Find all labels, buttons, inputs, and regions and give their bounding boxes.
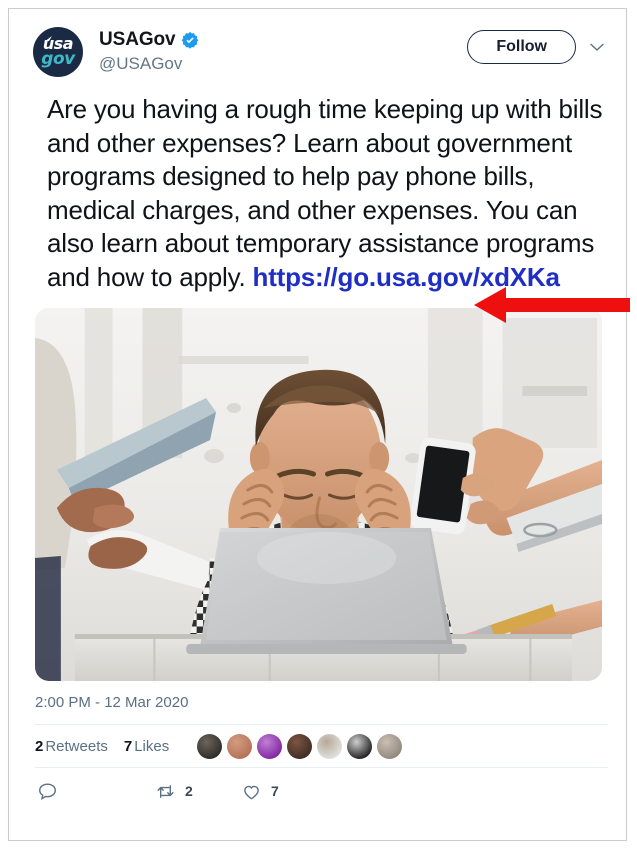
- liker-avatar-4[interactable]: [287, 733, 313, 759]
- retweets-label: Retweets: [45, 737, 108, 755]
- tweet-action-bar: 2 7: [9, 768, 626, 814]
- like-action[interactable]: 7: [241, 781, 279, 802]
- display-name-row: USAGov: [99, 29, 467, 51]
- liker-avatar-5[interactable]: [317, 733, 343, 759]
- retweet-icon: [157, 784, 174, 798]
- header-actions: Follow: [467, 27, 606, 64]
- retweets-count: 2: [35, 737, 44, 755]
- likes-count: 7: [123, 737, 133, 755]
- liker-avatar-1[interactable]: [197, 733, 223, 759]
- liker-avatar-3[interactable]: [257, 733, 283, 759]
- liker-avatar-2[interactable]: [227, 733, 253, 759]
- like-count: 7: [271, 783, 279, 799]
- tweet-text: Are you having a rough time keeping up w…: [9, 85, 626, 294]
- tweet-photo-image: [35, 308, 602, 681]
- avatar-text-gov: gov: [41, 49, 75, 69]
- tweet-photo[interactable]: [35, 308, 602, 681]
- tweet-header: usa gov USAGov @USAGov Follow: [9, 9, 626, 85]
- tweet-stats-row: 2 Retweets 7 Likes: [9, 725, 626, 767]
- retweet-count: 2: [185, 783, 193, 799]
- avatar[interactable]: usa gov: [33, 27, 83, 77]
- heart-icon: [244, 785, 259, 799]
- chevron-down-icon[interactable]: [588, 38, 606, 56]
- verified-badge-icon: [182, 31, 199, 49]
- account-handle[interactable]: @USAGov: [99, 53, 467, 75]
- tweet-timestamp[interactable]: 2:00 PM - 12 Mar 2020: [9, 681, 626, 724]
- likes-label: Likes: [134, 737, 170, 755]
- likes-stat[interactable]: 7 Likes: [124, 738, 169, 755]
- liker-avatar-6[interactable]: [347, 733, 373, 759]
- follow-button[interactable]: Follow: [467, 30, 576, 64]
- retweets-stat[interactable]: 2 Retweets: [35, 738, 108, 755]
- tweet-link[interactable]: https://go.usa.gov/xdXKa: [253, 262, 560, 292]
- account-name-block: USAGov @USAGov: [99, 27, 467, 75]
- tweet-card: usa gov USAGov @USAGov Follow Are you ha…: [8, 8, 627, 841]
- liker-facepile: [197, 733, 403, 759]
- retweet-action[interactable]: 2: [155, 781, 241, 802]
- reply-icon: [39, 782, 56, 800]
- liker-avatar-7[interactable]: [377, 733, 403, 759]
- display-name[interactable]: USAGov: [99, 29, 176, 51]
- reply-action[interactable]: [37, 781, 155, 802]
